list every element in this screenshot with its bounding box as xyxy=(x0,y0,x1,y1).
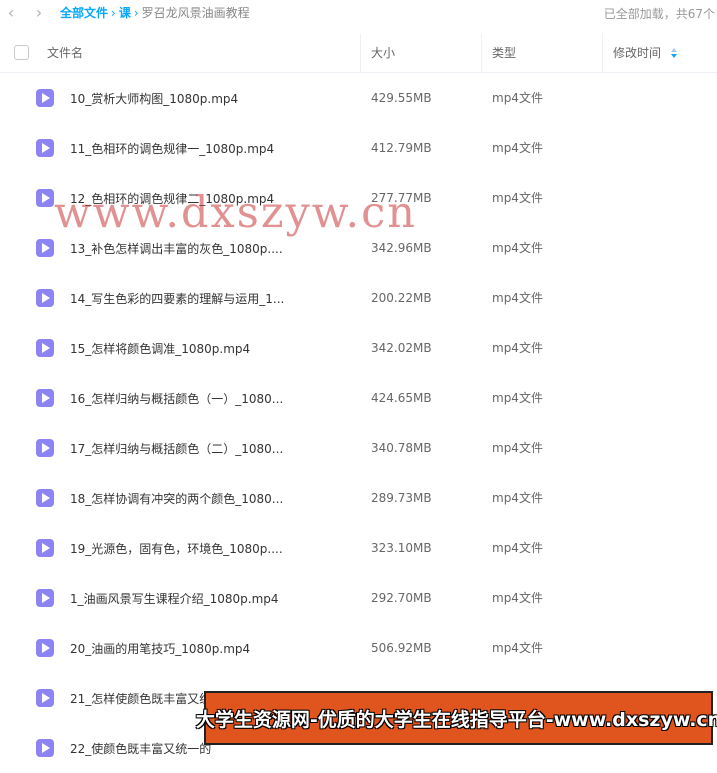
breadcrumb-separator: › xyxy=(133,5,139,20)
file-size: 506.92MB xyxy=(371,641,432,655)
file-name[interactable]: 19_光源色，固有色，环境色_1080p.... xyxy=(70,540,283,557)
column-divider xyxy=(481,34,482,72)
video-file-icon xyxy=(36,189,54,207)
file-type: mp4文件 xyxy=(492,591,543,605)
column-divider xyxy=(360,34,361,72)
file-name[interactable]: 18_怎样协调有冲突的两个颜色_1080... xyxy=(70,490,283,507)
file-type: mp4文件 xyxy=(492,341,543,355)
video-file-icon xyxy=(36,389,54,407)
forward-arrow-icon[interactable]: › xyxy=(30,3,48,22)
column-header-type[interactable]: 类型 xyxy=(492,34,516,72)
file-type: mp4文件 xyxy=(492,391,543,405)
load-status: 已全部加载，共67个 xyxy=(603,7,715,21)
column-header-name[interactable]: 文件名 xyxy=(47,34,83,72)
file-row[interactable]: 10_赏析大师构图_1080p.mp4 429.55MB mp4文件 xyxy=(0,73,717,123)
file-type: mp4文件 xyxy=(492,541,543,555)
file-name[interactable]: 12_色相环的调色规律二_1080p.mp4 xyxy=(70,190,274,207)
file-name[interactable]: 16_怎样归纳与概括颜色（一）_1080... xyxy=(70,390,283,407)
column-header-size[interactable]: 大小 xyxy=(371,34,395,72)
file-row[interactable]: 19_光源色，固有色，环境色_1080p.... 323.10MB mp4文件 xyxy=(0,523,717,573)
video-file-icon xyxy=(36,739,54,757)
sort-icon[interactable] xyxy=(671,47,678,60)
file-size: 292.70MB xyxy=(371,591,432,605)
file-row[interactable]: 17_怎样归纳与概括颜色（二）_1080... 340.78MB mp4文件 xyxy=(0,423,717,473)
breadcrumb-separator: › xyxy=(111,5,116,20)
file-name[interactable]: 10_赏析大师构图_1080p.mp4 xyxy=(70,90,238,107)
file-size: 323.10MB xyxy=(371,541,432,555)
file-row[interactable]: 16_怎样归纳与概括颜色（一）_1080... 424.65MB mp4文件 xyxy=(0,373,717,423)
file-row[interactable]: 13_补色怎样调出丰富的灰色_1080p.... 342.96MB mp4文件 xyxy=(0,223,717,273)
file-list-header: 文件名 大小 类型 修改时间 xyxy=(0,34,717,73)
back-arrow-icon[interactable]: ‹ xyxy=(2,3,20,22)
file-size: 289.73MB xyxy=(371,491,432,505)
video-file-icon xyxy=(36,289,54,307)
file-name[interactable]: 21_怎样使颜色既丰富又统 xyxy=(70,690,211,707)
column-divider xyxy=(602,34,603,72)
video-file-icon xyxy=(36,89,54,107)
file-size: 412.79MB xyxy=(371,141,432,155)
file-name[interactable]: 20_油画的用笔技巧_1080p.mp4 xyxy=(70,640,250,657)
file-type: mp4文件 xyxy=(492,91,543,105)
video-file-icon xyxy=(36,589,54,607)
column-header-modified-label: 修改时间 xyxy=(613,46,662,60)
promo-banner-text: 大学生资源网-优质的大学生在线指导平台-www.dxszyw.cn xyxy=(195,708,717,731)
breadcrumb-all-files[interactable]: 全部文件 xyxy=(60,4,108,21)
file-size: 342.02MB xyxy=(371,341,432,355)
video-file-icon xyxy=(36,489,54,507)
file-size: 429.55MB xyxy=(371,91,432,105)
file-type: mp4文件 xyxy=(492,441,543,455)
file-list: 10_赏析大师构图_1080p.mp4 429.55MB mp4文件 11_色相… xyxy=(0,73,717,773)
file-size: 200.22MB xyxy=(371,291,432,305)
video-file-icon xyxy=(36,639,54,657)
breadcrumb-folder-course[interactable]: 课 xyxy=(119,4,131,21)
file-size: 424.65MB xyxy=(371,391,432,405)
file-row[interactable]: 1_油画风景写生课程介绍_1080p.mp4 292.70MB mp4文件 xyxy=(0,573,717,623)
file-name[interactable]: 14_写生色彩的四要素的理解与运用_1... xyxy=(70,290,284,307)
video-file-icon xyxy=(36,239,54,257)
file-row[interactable]: 12_色相环的调色规律二_1080p.mp4 277.77MB mp4文件 xyxy=(0,173,717,223)
file-row[interactable]: 15_怎样将颜色调准_1080p.mp4 342.02MB mp4文件 xyxy=(0,323,717,373)
file-row[interactable]: 14_写生色彩的四要素的理解与运用_1... 200.22MB mp4文件 xyxy=(0,273,717,323)
file-type: mp4文件 xyxy=(492,291,543,305)
file-type: mp4文件 xyxy=(492,641,543,655)
file-type: mp4文件 xyxy=(492,141,543,155)
file-name[interactable]: 22_使颜色既丰富又统一的 xyxy=(70,740,211,757)
file-name[interactable]: 1_油画风景写生课程介绍_1080p.mp4 xyxy=(70,590,279,607)
file-type: mp4文件 xyxy=(492,191,543,205)
file-size: 277.77MB xyxy=(371,191,432,205)
file-size: 342.96MB xyxy=(371,241,432,255)
breadcrumb-current-folder: 罗召龙风景油画教程 xyxy=(141,6,250,20)
video-file-icon xyxy=(36,539,54,557)
file-row[interactable]: 20_油画的用笔技巧_1080p.mp4 506.92MB mp4文件 xyxy=(0,623,717,673)
promo-banner: 大学生资源网-优质的大学生在线指导平台-www.dxszyw.cn xyxy=(196,691,717,745)
file-row[interactable]: 18_怎样协调有冲突的两个颜色_1080... 289.73MB mp4文件 xyxy=(0,473,717,523)
file-name[interactable]: 15_怎样将颜色调准_1080p.mp4 xyxy=(70,340,250,357)
video-file-icon xyxy=(36,689,54,707)
select-all-checkbox[interactable] xyxy=(14,45,29,60)
file-size: 340.78MB xyxy=(371,441,432,455)
file-type: mp4文件 xyxy=(492,241,543,255)
file-name[interactable]: 11_色相环的调色规律一_1080p.mp4 xyxy=(70,140,274,157)
file-type: mp4文件 xyxy=(492,491,543,505)
file-name[interactable]: 17_怎样归纳与概括颜色（二）_1080... xyxy=(70,440,283,457)
file-row[interactable]: 11_色相环的调色规律一_1080p.mp4 412.79MB mp4文件 xyxy=(0,123,717,173)
file-name[interactable]: 13_补色怎样调出丰富的灰色_1080p.... xyxy=(70,240,283,257)
video-file-icon xyxy=(36,139,54,157)
video-file-icon xyxy=(36,439,54,457)
top-bar: ‹ › 全部文件 › 课 › 罗召龙风景油画教程 已全部加载，共67个 xyxy=(0,0,717,25)
column-header-modified[interactable]: 修改时间 xyxy=(613,34,678,72)
video-file-icon xyxy=(36,339,54,357)
